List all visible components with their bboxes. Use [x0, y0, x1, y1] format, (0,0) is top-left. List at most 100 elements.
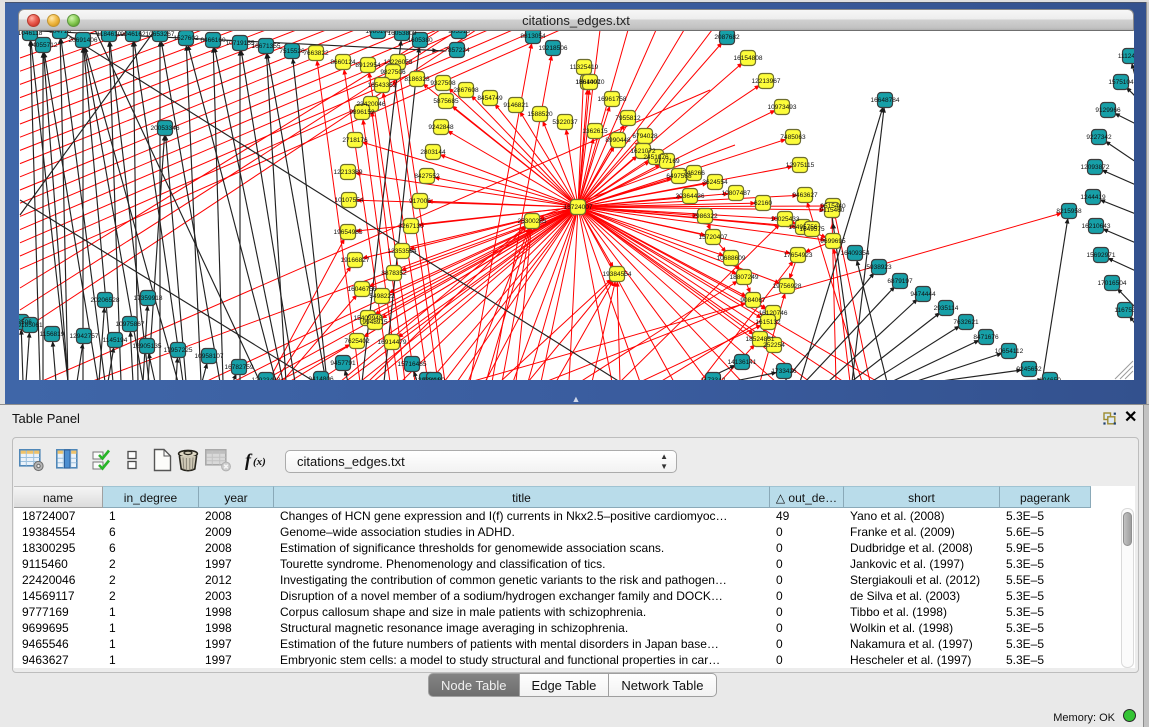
- svg-text:15692971: 15692971: [1087, 252, 1116, 259]
- svg-text:5938923: 5938923: [866, 264, 892, 271]
- svg-text:(x): (x): [253, 456, 266, 468]
- svg-text:20691406: 20691406: [69, 37, 98, 44]
- svg-text:1605380: 1605380: [407, 37, 433, 44]
- svg-text:1649575: 1649575: [799, 226, 825, 233]
- svg-text:104650: 104650: [1039, 377, 1061, 380]
- svg-text:13226058: 13226058: [384, 59, 413, 66]
- svg-text:10688609: 10688609: [717, 255, 746, 262]
- svg-text:7857224: 7857224: [444, 47, 470, 54]
- svg-text:1588520: 1588520: [527, 111, 553, 118]
- svg-text:8990448: 8990448: [605, 137, 631, 144]
- svg-text:12975115: 12975115: [786, 162, 815, 169]
- svg-text:2718176: 2718176: [342, 137, 368, 144]
- svg-text:1733426: 1733426: [771, 368, 797, 375]
- svg-text:7485063: 7485063: [780, 134, 806, 141]
- svg-text:6879197: 6879197: [887, 278, 913, 285]
- svg-text:9046162: 9046162: [120, 31, 146, 38]
- svg-text:19218506: 19218506: [539, 45, 568, 52]
- svg-text:10958107: 10958107: [195, 353, 224, 360]
- svg-text:17359918: 17359918: [134, 295, 163, 302]
- svg-text:16961758: 16961758: [598, 96, 627, 103]
- svg-text:1184610: 1184610: [97, 31, 122, 38]
- svg-text:1156819: 1156819: [40, 331, 65, 338]
- svg-text:7515526: 7515526: [279, 48, 305, 55]
- svg-text:6497568: 6497568: [666, 173, 692, 180]
- svg-text:15720407: 15720407: [699, 234, 728, 241]
- svg-text:9948915: 9948915: [362, 319, 388, 326]
- svg-text:9227342: 9227342: [1086, 134, 1112, 141]
- svg-text:20053346: 20053346: [151, 125, 180, 132]
- svg-text:2803144: 2803144: [420, 149, 446, 156]
- svg-text:16409354: 16409354: [841, 250, 870, 257]
- svg-text:9115460: 9115460: [820, 207, 845, 214]
- svg-text:1046118: 1046118: [19, 31, 43, 37]
- svg-text:9463627: 9463627: [792, 192, 818, 199]
- svg-text:905513: 905513: [448, 31, 470, 35]
- svg-text:11325419: 11325419: [570, 64, 599, 71]
- svg-text:9457791: 9457791: [330, 360, 356, 367]
- svg-text:25300285: 25300285: [518, 218, 547, 225]
- svg-text:12942757: 12942757: [70, 333, 99, 340]
- svg-text:10807487: 10807487: [722, 190, 751, 197]
- svg-text:8813054: 8813054: [520, 33, 546, 40]
- svg-text:8454749: 8454749: [477, 95, 503, 102]
- svg-text:18724007: 18724007: [564, 204, 593, 211]
- svg-text:9327508: 9327508: [430, 80, 456, 87]
- svg-text:1527602: 1527602: [173, 35, 199, 42]
- svg-text:1575104: 1575104: [1108, 79, 1134, 86]
- svg-text:20206528: 20206528: [91, 297, 120, 304]
- svg-text:944180: 944180: [423, 377, 445, 380]
- svg-text:16914479: 16914479: [378, 339, 407, 346]
- svg-text:9474444: 9474444: [910, 291, 936, 298]
- svg-text:2935114: 2935114: [934, 305, 959, 312]
- svg-text:5322037: 5322037: [552, 119, 578, 126]
- svg-text:12093872: 12093872: [1081, 164, 1110, 171]
- svg-text:9896152: 9896152: [349, 109, 375, 116]
- svg-text:16210643: 16210643: [1082, 223, 1111, 230]
- svg-text:16648784: 16648784: [871, 97, 900, 104]
- svg-text:10975867: 10975867: [116, 321, 145, 328]
- svg-text:8427552: 8427552: [414, 173, 440, 180]
- svg-text:2087682: 2087682: [714, 34, 740, 41]
- svg-text:23420046: 23420046: [357, 101, 386, 108]
- svg-text:8471676: 8471676: [973, 334, 999, 341]
- svg-text:8215958: 8215958: [1056, 208, 1082, 215]
- svg-text:17654923: 17654923: [784, 252, 813, 259]
- svg-text:17957225: 17957225: [164, 347, 193, 354]
- svg-text:6794028: 6794028: [632, 133, 658, 140]
- svg-text:5875685: 5875685: [433, 98, 459, 105]
- svg-text:6466160: 6466160: [200, 37, 226, 44]
- svg-text:8912954: 8912954: [355, 62, 381, 69]
- svg-text:7663822: 7663822: [303, 50, 329, 57]
- svg-text:12213967: 12213967: [752, 78, 781, 85]
- svg-text:20364436: 20364436: [676, 193, 705, 200]
- svg-text:10653267: 10653267: [146, 31, 175, 38]
- svg-text:12905135: 12905135: [133, 343, 162, 350]
- svg-text:16154808: 16154808: [734, 55, 763, 62]
- svg-text:19756928: 19756928: [773, 283, 802, 290]
- svg-text:9146821: 9146821: [503, 102, 529, 109]
- svg-text:1173342: 1173342: [701, 377, 726, 380]
- svg-text:9129966: 9129966: [1095, 107, 1121, 114]
- svg-text:16543362: 16543362: [368, 82, 397, 89]
- svg-text:16782759: 16782759: [225, 364, 254, 371]
- svg-text:12213389: 12213389: [334, 169, 363, 176]
- svg-text:15716485: 15716485: [398, 361, 427, 368]
- svg-text:19654985: 19654985: [334, 229, 363, 236]
- svg-text:14055712: 14055712: [29, 42, 58, 49]
- svg-text:15640910: 15640910: [576, 79, 605, 86]
- svg-text:7625402: 7625402: [344, 338, 370, 345]
- svg-text:9185061: 9185061: [19, 322, 43, 329]
- svg-text:1362615: 1362615: [582, 128, 608, 135]
- svg-text:19166827: 19166827: [341, 257, 370, 264]
- svg-text:10107554: 10107554: [335, 197, 364, 204]
- svg-text:917006: 917006: [409, 198, 431, 205]
- svg-text:904718: 904718: [49, 31, 71, 35]
- svg-text:10025433: 10025433: [771, 216, 800, 223]
- svg-text:62160: 62160: [754, 200, 772, 207]
- svg-text:9245652: 9245652: [1016, 366, 1042, 373]
- svg-text:f: f: [245, 450, 253, 470]
- svg-text:7955812: 7955812: [615, 115, 641, 122]
- svg-text:12923448: 12923448: [252, 377, 281, 380]
- svg-text:10719155: 10719155: [226, 40, 255, 47]
